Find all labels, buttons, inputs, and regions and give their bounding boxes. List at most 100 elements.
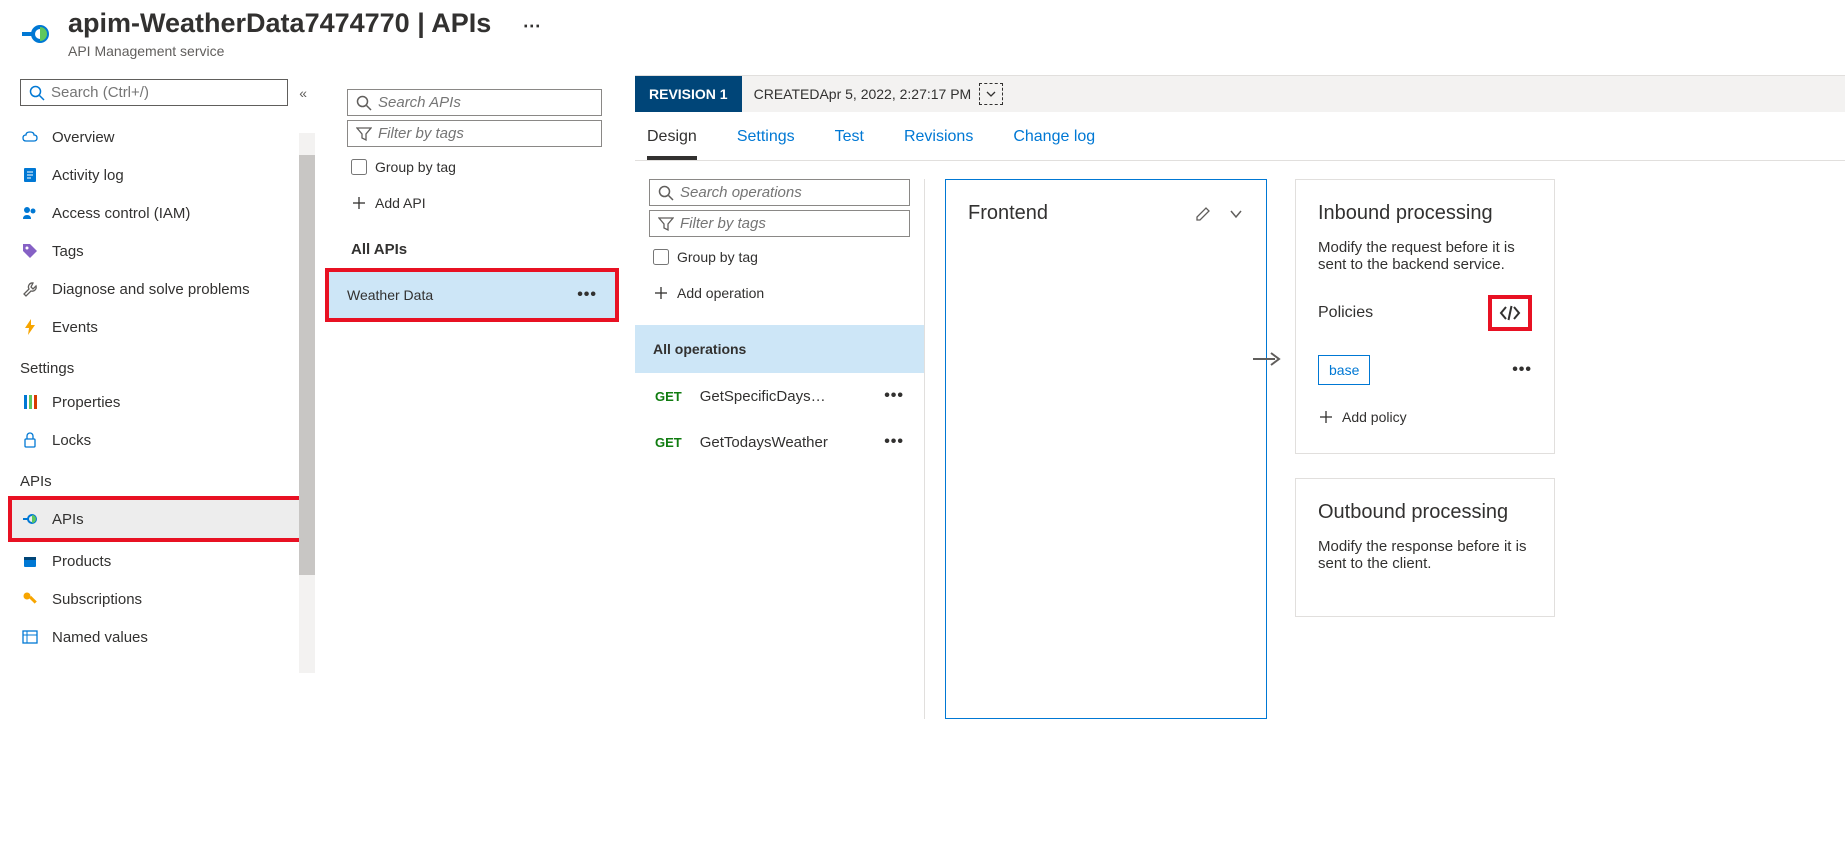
- revision-badge[interactable]: REVISION 1: [635, 76, 742, 112]
- op-more-icon[interactable]: •••: [884, 387, 904, 405]
- filter-icon: [356, 126, 372, 142]
- ops-search[interactable]: [649, 179, 910, 206]
- api-group-by[interactable]: Group by tag: [347, 151, 623, 183]
- tab-change-log[interactable]: Change log: [1013, 128, 1095, 160]
- ops-search-input[interactable]: [680, 184, 901, 201]
- ops-filter[interactable]: [649, 210, 910, 237]
- nav-access-control[interactable]: Access control (IAM): [12, 194, 303, 232]
- frontend-panel: Frontend: [925, 179, 1275, 719]
- nav-label: Diagnose and solve problems: [52, 281, 250, 298]
- nav-apis[interactable]: APIs: [8, 496, 307, 542]
- nav-overview[interactable]: Overview: [12, 118, 303, 156]
- inbound-title: Inbound processing: [1318, 202, 1532, 225]
- add-policy-label: Add policy: [1342, 409, 1407, 425]
- nav-label: Named values: [52, 629, 148, 646]
- base-policy-tag[interactable]: base: [1318, 355, 1370, 385]
- nav-label: Access control (IAM): [52, 205, 190, 222]
- outbound-processing-box: Outbound processing Modify the response …: [1295, 478, 1555, 617]
- inbound-processing-box: Inbound processing Modify the request be…: [1295, 179, 1555, 454]
- nav-label: Activity log: [52, 167, 124, 184]
- processing-panel: Inbound processing Modify the request be…: [1275, 179, 1555, 719]
- nav-locks[interactable]: Locks: [12, 421, 303, 459]
- api-search[interactable]: [347, 89, 602, 116]
- add-policy-button[interactable]: Add policy: [1318, 403, 1532, 431]
- ops-group-by-checkbox[interactable]: [653, 249, 669, 265]
- nav-label: Products: [52, 553, 111, 570]
- properties-icon: [20, 392, 40, 412]
- nav-search-input[interactable]: [51, 84, 279, 101]
- page-header: apim-WeatherData7474770 | APIs ⋯ API Man…: [0, 0, 1845, 75]
- chevron-down-icon[interactable]: [1228, 206, 1244, 222]
- nav-subscriptions[interactable]: Subscriptions: [12, 580, 303, 618]
- all-apis-heading[interactable]: All APIs: [347, 223, 623, 268]
- api-icon: [20, 509, 40, 529]
- tab-settings[interactable]: Settings: [737, 128, 795, 160]
- plus-icon: [351, 195, 367, 211]
- nav-named-values[interactable]: Named values: [12, 618, 303, 656]
- flow-arrow-icon: [1253, 349, 1281, 372]
- nav-collapse-icon[interactable]: «: [299, 85, 307, 101]
- all-operations-row[interactable]: All operations: [635, 325, 924, 373]
- nav-tags[interactable]: Tags: [12, 232, 303, 270]
- api-filter[interactable]: [347, 120, 602, 147]
- policies-code-button[interactable]: [1488, 295, 1532, 331]
- add-operation-button[interactable]: Add operation: [649, 273, 910, 313]
- cloud-icon: [20, 127, 40, 147]
- page-title: apim-WeatherData7474770 | APIs ⋯: [68, 8, 1829, 39]
- edit-icon[interactable]: [1194, 205, 1212, 223]
- operation-row[interactable]: GET GetSpecificDays… •••: [649, 373, 910, 419]
- code-icon: [1499, 304, 1521, 322]
- api-search-input[interactable]: [378, 94, 593, 111]
- outbound-title: Outbound processing: [1318, 501, 1532, 524]
- ops-group-by[interactable]: Group by tag: [649, 241, 910, 273]
- operations-panel: Group by tag Add operation All operation…: [635, 179, 925, 719]
- op-name: GetSpecificDays…: [700, 388, 884, 405]
- created-label[interactable]: CREATED Apr 5, 2022, 2:27:17 PM: [742, 83, 1016, 105]
- ops-group-by-label: Group by tag: [677, 249, 758, 265]
- search-icon: [356, 95, 372, 111]
- named-values-icon: [20, 627, 40, 647]
- nav-label: Subscriptions: [52, 591, 142, 608]
- page-subtitle: API Management service: [68, 43, 1829, 59]
- add-api-button[interactable]: Add API: [347, 183, 623, 223]
- ops-filter-input[interactable]: [680, 215, 901, 232]
- scrollbar-thumb[interactable]: [299, 155, 315, 575]
- revision-dropdown-icon[interactable]: [979, 83, 1003, 105]
- frontend-box[interactable]: Frontend: [945, 179, 1267, 719]
- nav-label: Properties: [52, 394, 120, 411]
- header-more-icon[interactable]: ⋯: [523, 16, 543, 36]
- nav-events[interactable]: Events: [12, 308, 303, 346]
- nav-label: APIs: [52, 511, 84, 528]
- people-icon: [20, 203, 40, 223]
- nav-search[interactable]: [20, 79, 288, 106]
- filter-icon: [658, 216, 674, 232]
- tab-revisions[interactable]: Revisions: [904, 128, 973, 160]
- group-by-label: Group by tag: [375, 159, 456, 175]
- api-more-icon[interactable]: •••: [577, 286, 597, 304]
- add-operation-label: Add operation: [677, 285, 764, 301]
- nav-section-apis: APIs: [12, 459, 303, 496]
- tab-test[interactable]: Test: [835, 128, 864, 160]
- nav-properties[interactable]: Properties: [12, 383, 303, 421]
- nav-label: Locks: [52, 432, 91, 449]
- outbound-desc: Modify the response before it is sent to…: [1318, 538, 1532, 572]
- nav-activity-log[interactable]: Activity log: [12, 156, 303, 194]
- tag-icon: [20, 241, 40, 261]
- add-api-label: Add API: [375, 195, 426, 211]
- api-tabs: Design Settings Test Revisions Change lo…: [635, 112, 1845, 161]
- revision-bar: REVISION 1 CREATED Apr 5, 2022, 2:27:17 …: [635, 76, 1845, 112]
- api-filter-input[interactable]: [378, 125, 593, 142]
- nav-label: Tags: [52, 243, 84, 260]
- nav-products[interactable]: Products: [12, 542, 303, 580]
- op-more-icon[interactable]: •••: [884, 433, 904, 451]
- api-row-weather-data[interactable]: Weather Data •••: [325, 268, 619, 322]
- nav-diagnose[interactable]: Diagnose and solve problems: [12, 270, 303, 308]
- search-icon: [29, 85, 45, 101]
- base-more-icon[interactable]: •••: [1512, 361, 1532, 379]
- plus-icon: [1318, 409, 1334, 425]
- op-method: GET: [655, 389, 682, 404]
- key-icon: [20, 589, 40, 609]
- tab-design[interactable]: Design: [647, 128, 697, 160]
- group-by-checkbox[interactable]: [351, 159, 367, 175]
- operation-row[interactable]: GET GetTodaysWeather •••: [649, 419, 910, 465]
